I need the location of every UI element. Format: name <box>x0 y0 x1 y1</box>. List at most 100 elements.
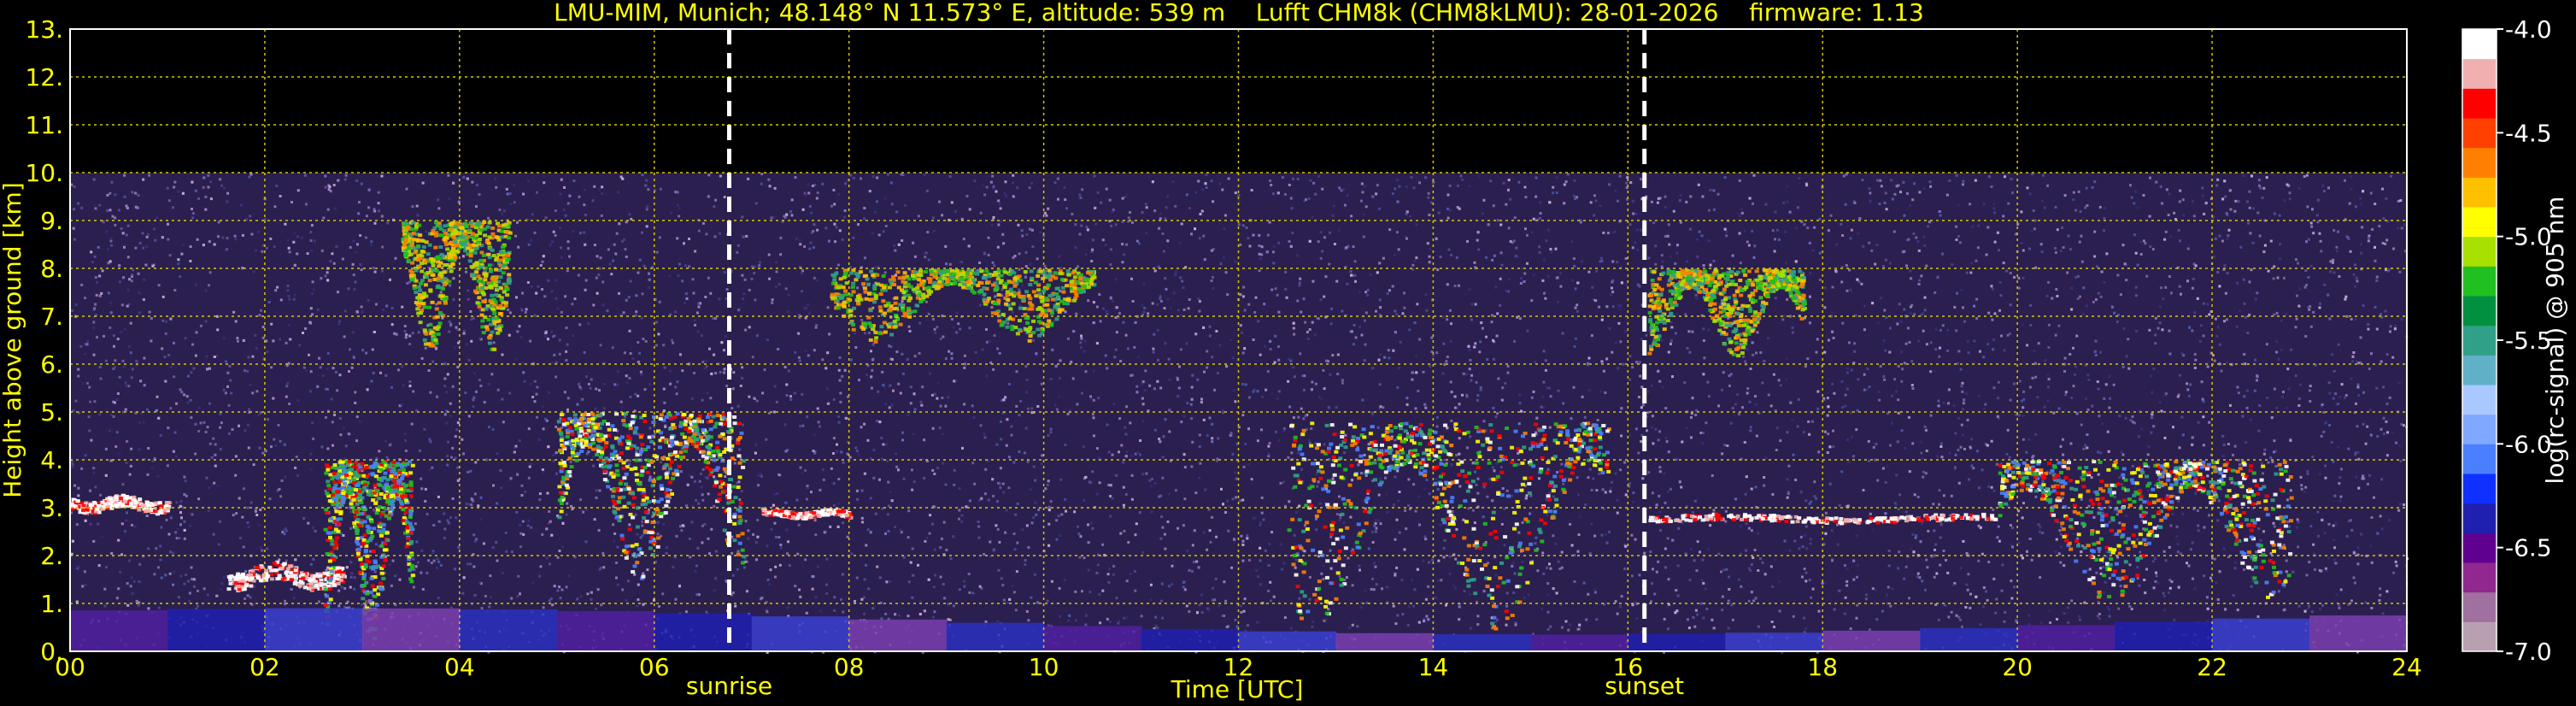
feature-pixel <box>242 587 247 591</box>
feature-pixel <box>158 511 163 515</box>
feature-pixel <box>1404 421 1409 426</box>
feature-pixel <box>1523 517 1529 521</box>
feature-pixel <box>888 322 893 326</box>
feature-pixel <box>378 468 384 472</box>
feature-pixel <box>666 499 671 503</box>
feature-pixel <box>483 233 488 238</box>
feature-pixel <box>643 466 648 470</box>
feature-pixel <box>1795 306 1800 310</box>
feature-pixel <box>1752 320 1757 324</box>
feature-pixel <box>1409 438 1414 443</box>
feature-pixel <box>481 253 486 257</box>
feature-pixel <box>443 301 448 305</box>
feature-pixel <box>736 438 741 442</box>
feature-pixel <box>408 483 414 487</box>
feature-pixel <box>369 576 374 580</box>
feature-pixel <box>1652 270 1657 274</box>
feature-pixel <box>708 435 713 439</box>
feature-pixel <box>132 495 137 499</box>
feature-pixel <box>896 285 901 290</box>
feature-pixel <box>1495 474 1500 479</box>
feature-pixel <box>556 420 561 424</box>
feature-pixel <box>478 228 484 232</box>
feature-pixel <box>895 270 901 274</box>
feature-pixel <box>645 470 650 474</box>
feature-pixel <box>1340 512 1345 516</box>
feature-pixel <box>402 243 408 247</box>
feature-pixel <box>290 578 295 582</box>
feature-pixel <box>1446 516 1450 521</box>
feature-pixel <box>1489 588 1494 592</box>
feature-pixel <box>1083 277 1088 281</box>
feature-pixel <box>297 584 302 588</box>
feature-pixel <box>1740 351 1745 355</box>
feature-pixel <box>1444 440 1449 444</box>
feature-pixel <box>422 328 427 332</box>
feature-pixel <box>1318 465 1323 469</box>
feature-pixel <box>1300 616 1304 621</box>
feature-pixel <box>1443 463 1448 467</box>
feature-pixel <box>952 272 957 276</box>
feature-pixel <box>1549 480 1554 485</box>
feature-pixel <box>1446 452 1452 456</box>
feature-pixel <box>250 568 255 573</box>
feature-pixel <box>485 225 490 229</box>
feature-pixel <box>942 276 948 280</box>
feature-pixel <box>490 330 495 334</box>
feature-pixel <box>867 291 871 296</box>
feature-pixel <box>737 509 742 513</box>
feature-pixel <box>327 559 332 563</box>
feature-pixel <box>1713 307 1717 311</box>
feature-pixel <box>1734 283 1738 286</box>
feature-pixel <box>1369 448 1374 452</box>
feature-pixel <box>1647 311 1652 315</box>
feature-pixel <box>363 482 368 486</box>
feature-pixel <box>659 497 664 502</box>
feature-pixel <box>1649 326 1654 330</box>
feature-pixel <box>590 433 596 438</box>
feature-pixel <box>378 530 384 534</box>
feature-pixel <box>562 463 567 468</box>
feature-pixel <box>1028 283 1033 286</box>
feature-pixel <box>275 577 280 581</box>
feature-pixel <box>708 468 713 472</box>
feature-pixel <box>906 282 911 286</box>
feature-pixel <box>564 441 569 445</box>
feature-pixel <box>347 460 352 464</box>
feature-pixel <box>370 584 375 588</box>
feature-pixel <box>1287 528 1292 532</box>
feature-pixel <box>574 438 579 442</box>
feature-pixel <box>499 286 503 291</box>
feature-pixel <box>140 503 145 507</box>
feature-pixel <box>686 416 691 421</box>
feature-pixel <box>1747 294 1752 298</box>
feature-pixel <box>480 285 485 290</box>
feature-pixel <box>1356 522 1361 527</box>
feature-pixel <box>1077 277 1083 281</box>
feature-pixel <box>1791 296 1796 300</box>
feature-pixel <box>1763 275 1768 279</box>
feature-pixel <box>1453 422 1458 427</box>
feature-pixel <box>1776 284 1781 288</box>
feature-pixel <box>1681 279 1686 283</box>
feature-pixel <box>1004 281 1009 285</box>
feature-pixel <box>370 472 375 476</box>
feature-pixel <box>825 512 830 516</box>
feature-pixel <box>367 526 372 530</box>
feature-pixel <box>851 327 856 332</box>
feature-pixel <box>1510 461 1515 464</box>
feature-pixel <box>378 522 384 527</box>
feature-pixel <box>75 499 80 503</box>
feature-pixel <box>737 475 742 479</box>
feature-pixel <box>701 450 706 454</box>
feature-pixel <box>615 468 619 473</box>
feature-pixel <box>404 544 409 549</box>
feature-pixel <box>863 286 867 291</box>
feature-pixel <box>1399 456 1404 460</box>
feature-pixel <box>324 508 329 512</box>
feature-pixel <box>1543 521 1547 526</box>
feature-pixel <box>1314 514 1319 518</box>
feature-pixel <box>715 440 720 444</box>
feature-pixel <box>1648 293 1653 297</box>
feature-pixel <box>1541 438 1546 442</box>
